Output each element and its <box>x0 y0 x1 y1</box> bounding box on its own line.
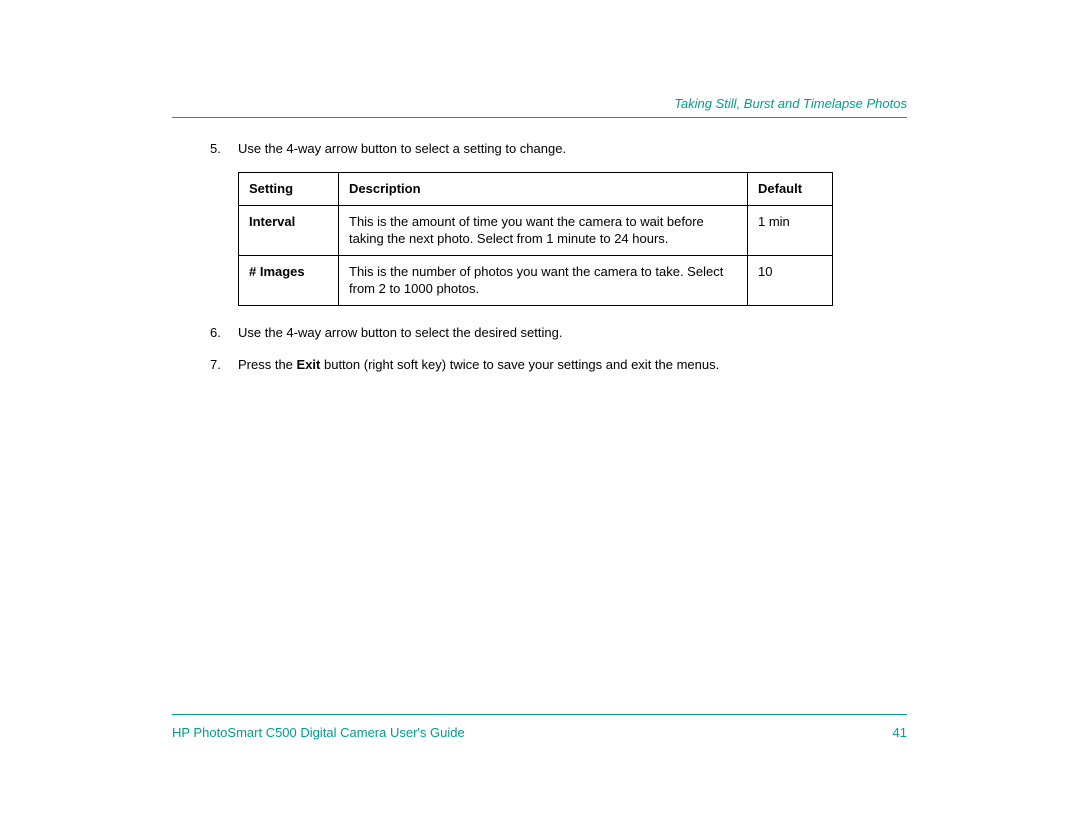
table-row: Interval This is the amount of time you … <box>239 205 833 255</box>
step-number: 5. <box>210 140 238 158</box>
page-footer: HP PhotoSmart C500 Digital Camera User's… <box>172 714 907 740</box>
step-number: 7. <box>210 356 238 374</box>
cell-description: This is the amount of time you want the … <box>339 205 748 255</box>
step-text: Use the 4-way arrow button to select a s… <box>238 140 907 158</box>
page-content: 5. Use the 4-way arrow button to select … <box>210 140 907 388</box>
header-default: Default <box>748 173 833 206</box>
step-suffix: button (right soft key) twice to save yo… <box>320 357 719 372</box>
table-row: # Images This is the number of photos yo… <box>239 255 833 305</box>
settings-table: Setting Description Default Interval Thi… <box>238 172 833 306</box>
header-setting: Setting <box>239 173 339 206</box>
cell-default: 1 min <box>748 205 833 255</box>
step-prefix: Press the <box>238 357 297 372</box>
document-page: Taking Still, Burst and Timelapse Photos… <box>0 0 1080 834</box>
page-number: 41 <box>893 725 907 740</box>
table-header-row: Setting Description Default <box>239 173 833 206</box>
page-header: Taking Still, Burst and Timelapse Photos <box>172 96 907 118</box>
step-number: 6. <box>210 324 238 342</box>
section-title: Taking Still, Burst and Timelapse Photos <box>674 96 907 111</box>
exit-button-label: Exit <box>297 357 321 372</box>
step-6: 6. Use the 4-way arrow button to select … <box>210 324 907 342</box>
guide-title: HP PhotoSmart C500 Digital Camera User's… <box>172 725 465 740</box>
step-text: Press the Exit button (right soft key) t… <box>238 356 907 374</box>
cell-setting: Interval <box>239 205 339 255</box>
cell-setting: # Images <box>239 255 339 305</box>
step-7: 7. Press the Exit button (right soft key… <box>210 356 907 374</box>
header-description: Description <box>339 173 748 206</box>
step-text: Use the 4-way arrow button to select the… <box>238 324 907 342</box>
step-5: 5. Use the 4-way arrow button to select … <box>210 140 907 158</box>
cell-description: This is the number of photos you want th… <box>339 255 748 305</box>
cell-default: 10 <box>748 255 833 305</box>
